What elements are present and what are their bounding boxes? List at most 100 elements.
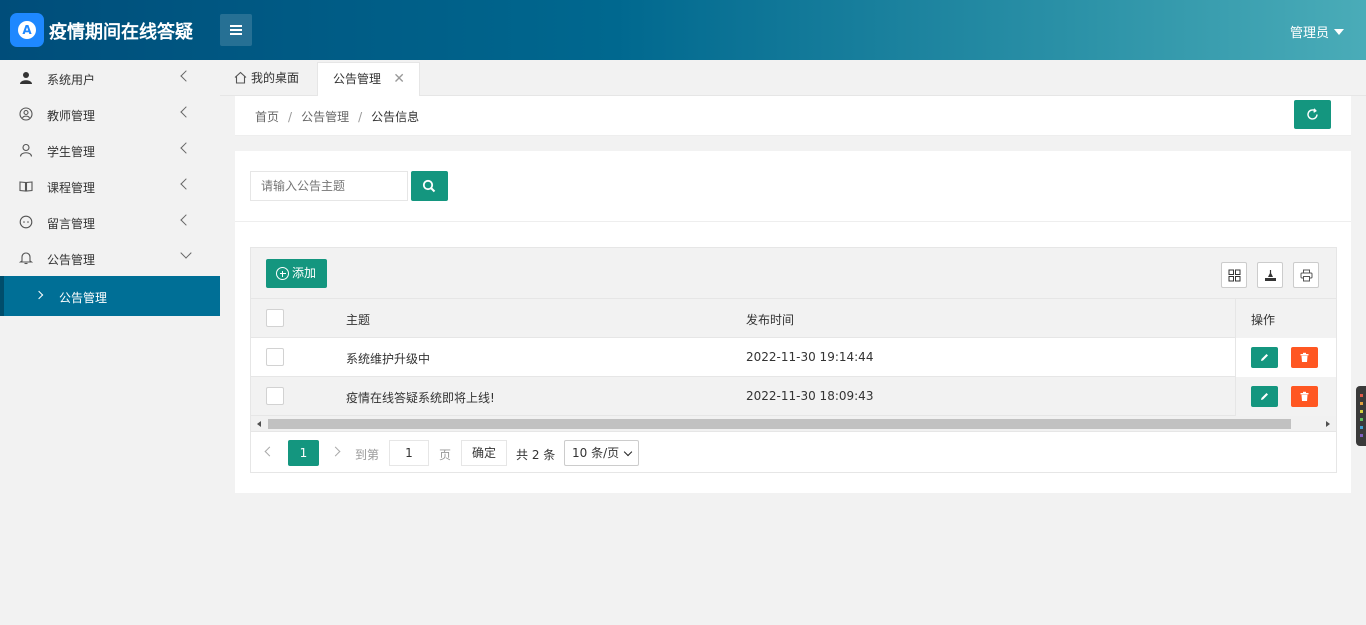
tab-bar: 我的桌面 公告管理 ✕ xyxy=(220,60,1366,96)
sidebar: 系统用户 教师管理 学生管理 课程管理 留言管理 公告管理 公告管理 xyxy=(0,60,220,625)
breadcrumb-section[interactable]: 公告管理 xyxy=(301,110,349,124)
chevron-right-icon xyxy=(34,290,44,300)
user-menu[interactable]: 管理员 xyxy=(1290,22,1344,41)
sidebar-item-students[interactable]: 学生管理 xyxy=(0,132,220,168)
sidebar-item-messages[interactable]: 留言管理 xyxy=(0,204,220,240)
print-icon xyxy=(1300,269,1313,282)
sidebar-item-label: 留言管理 xyxy=(47,217,96,231)
table-header: 主题 发布时间 操作 xyxy=(251,299,1336,338)
sidebar-subitem-label: 公告管理 xyxy=(59,291,108,305)
plus-circle-icon xyxy=(276,267,289,280)
table-toolbar: 添加 xyxy=(251,248,1336,299)
scroll-left-icon[interactable] xyxy=(257,421,261,427)
bell-icon xyxy=(19,252,33,265)
page-size-select[interactable]: 10 条/页 xyxy=(564,440,639,466)
current-page[interactable]: 1 xyxy=(288,440,319,466)
chevron-left-icon xyxy=(180,142,192,154)
columns-filter-button[interactable] xyxy=(1221,262,1247,288)
home-icon xyxy=(234,71,247,84)
sidebar-item-label: 课程管理 xyxy=(47,181,96,195)
export-button[interactable] xyxy=(1257,262,1283,288)
menu-toggle-button[interactable] xyxy=(220,14,252,46)
goto-confirm-button[interactable]: 确定 xyxy=(461,440,507,466)
refresh-button[interactable] xyxy=(1294,100,1331,129)
chevron-left-icon xyxy=(180,214,192,226)
page-size-value: 10 条/页 xyxy=(572,446,620,460)
divider xyxy=(235,221,1351,222)
pagination: 1 到第 页 确定 共 2 条 10 条/页 xyxy=(251,433,1336,472)
print-button[interactable] xyxy=(1293,262,1319,288)
sidebar-item-label: 公告管理 xyxy=(47,253,96,267)
breadcrumb-home[interactable]: 首页 xyxy=(255,110,279,124)
user-circle-icon xyxy=(19,107,33,121)
breadcrumb-separator: / xyxy=(358,110,363,124)
table-row: 疫情在线答疑系统即将上线! 2022-11-30 18:09:43 xyxy=(251,377,1336,416)
announcement-card: 添加 主题 发布时间 操作 系统维护升级中 2022-11-30 19:14:4… xyxy=(235,151,1351,493)
chevron-down-icon xyxy=(180,247,192,259)
trash-icon xyxy=(1300,352,1309,362)
caret-down-icon xyxy=(1334,29,1344,35)
tab-label: 我的桌面 xyxy=(251,71,300,85)
row-ops-cell xyxy=(1235,338,1336,377)
edit-button[interactable] xyxy=(1251,386,1278,407)
add-button[interactable]: 添加 xyxy=(266,259,327,288)
user-solid-icon xyxy=(20,72,32,84)
app-title: 疫情期间在线答疑 xyxy=(49,22,193,43)
next-page-icon[interactable] xyxy=(330,446,341,457)
breadcrumb: 首页 / 公告管理 / 公告信息 xyxy=(255,108,419,125)
search-button[interactable] xyxy=(411,171,448,201)
search-icon xyxy=(422,179,436,193)
tab-home[interactable]: 我的桌面 xyxy=(234,60,299,96)
user-outline-icon xyxy=(19,143,33,157)
user-label: 管理员 xyxy=(1289,26,1329,41)
row-checkbox[interactable] xyxy=(266,348,284,366)
select-all-checkbox[interactable] xyxy=(266,309,284,327)
delete-button[interactable] xyxy=(1291,386,1318,407)
row-checkbox[interactable] xyxy=(266,387,284,405)
scrollbar-thumb[interactable] xyxy=(268,419,1291,429)
search-input[interactable] xyxy=(250,171,408,201)
header-subject: 主题 xyxy=(346,313,371,327)
goto-page-input[interactable] xyxy=(389,440,429,466)
row-subject: 系统维护升级中 xyxy=(346,352,431,366)
sidebar-item-courses[interactable]: 课程管理 xyxy=(0,168,220,204)
close-icon[interactable]: ✕ xyxy=(393,63,405,95)
chevron-left-icon xyxy=(180,178,192,190)
row-time: 2022-11-30 18:09:43 xyxy=(746,389,874,403)
sidebar-item-system-users[interactable]: 系统用户 xyxy=(0,60,220,96)
app-logo: A xyxy=(10,13,44,47)
sidebar-item-label: 学生管理 xyxy=(47,145,96,159)
scroll-right-icon[interactable] xyxy=(1326,421,1330,427)
sidebar-item-announcements[interactable]: 公告管理 xyxy=(0,240,220,276)
tab-label: 公告管理 xyxy=(333,72,382,86)
side-widget-handle[interactable] xyxy=(1356,386,1366,446)
header-ops: 操作 xyxy=(1251,313,1276,327)
sidebar-item-label: 系统用户 xyxy=(47,73,96,87)
chevron-down-icon xyxy=(623,447,633,457)
table-row: 系统维护升级中 2022-11-30 19:14:44 xyxy=(251,338,1336,377)
logo-letter: A xyxy=(18,21,36,39)
delete-button[interactable] xyxy=(1291,347,1318,368)
breadcrumb-bar: 首页 / 公告管理 / 公告信息 xyxy=(235,96,1351,136)
tab-announcements[interactable]: 公告管理 ✕ xyxy=(317,62,420,96)
header-ops-cell: 操作 xyxy=(1235,299,1336,338)
columns-icon xyxy=(1228,269,1241,282)
horizontal-scrollbar[interactable] xyxy=(251,416,1336,432)
top-header: A 疫情期间在线答疑 管理员 xyxy=(0,0,1366,60)
book-icon xyxy=(19,181,33,192)
breadcrumb-separator: / xyxy=(288,110,293,124)
trash-icon xyxy=(1300,391,1309,401)
goto-suffix: 页 xyxy=(439,448,452,462)
chevron-left-icon xyxy=(180,70,192,82)
breadcrumb-current: 公告信息 xyxy=(371,110,420,124)
sidebar-item-teachers[interactable]: 教师管理 xyxy=(0,96,220,132)
prev-page-icon[interactable] xyxy=(264,446,275,457)
chevron-left-icon xyxy=(180,106,192,118)
export-icon xyxy=(1265,270,1276,281)
edit-button[interactable] xyxy=(1251,347,1278,368)
sidebar-subitem-announcements[interactable]: 公告管理 xyxy=(0,276,220,316)
pencil-icon xyxy=(1261,393,1268,400)
goto-prefix: 到第 xyxy=(355,448,380,462)
pencil-icon xyxy=(1261,354,1268,361)
data-table: 添加 主题 发布时间 操作 系统维护升级中 2022-11-30 19:14:4… xyxy=(250,247,1337,473)
